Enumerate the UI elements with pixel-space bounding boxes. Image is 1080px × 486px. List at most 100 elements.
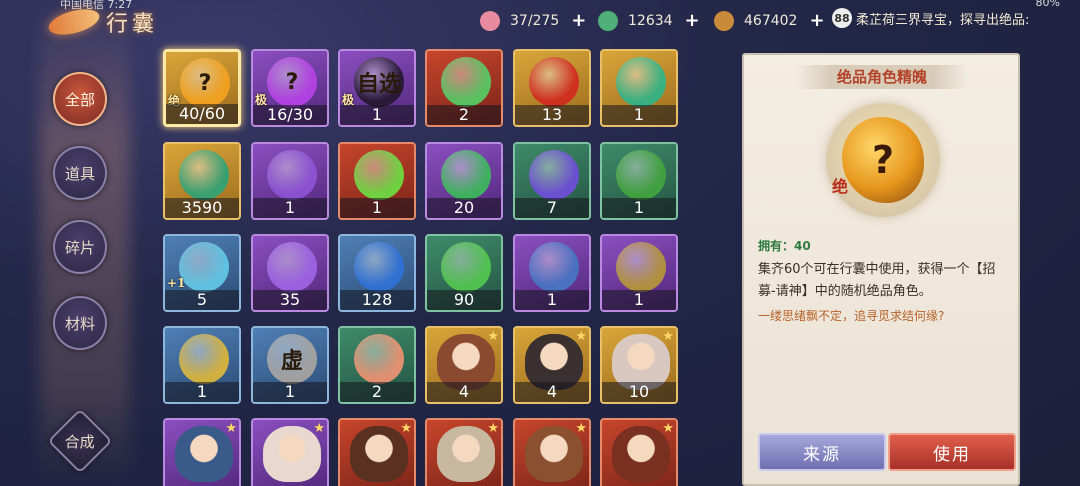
inventory-item[interactable]: 虚1: [251, 326, 329, 404]
inventory-item[interactable]: ★: [338, 418, 416, 486]
item-icon: [441, 57, 491, 107]
inventory-item[interactable]: ★: [163, 418, 241, 486]
item-count: 90: [427, 290, 501, 310]
item-title: 绝品角色精魄: [796, 65, 968, 89]
star-icon: ★: [487, 329, 499, 344]
inventory-item[interactable]: ★: [513, 418, 591, 486]
item-icon: [354, 242, 404, 292]
star-icon: ★: [225, 421, 237, 436]
inventory-item[interactable]: 7: [513, 142, 591, 220]
inventory-item[interactable]: ★ 10: [600, 326, 678, 404]
star-icon: ★: [662, 421, 674, 436]
resource-coin: 467402 +: [714, 10, 825, 31]
inventory-item[interactable]: 90: [425, 234, 503, 312]
item-count: 3590: [165, 198, 239, 218]
tab-fragments[interactable]: 碎片: [53, 220, 107, 274]
inventory-item[interactable]: 2: [425, 49, 503, 127]
inventory-item[interactable]: 自选极 1: [338, 49, 416, 127]
inventory-item[interactable]: 1: [163, 326, 241, 404]
item-icon: [354, 150, 404, 200]
item-count: 13: [515, 105, 589, 125]
inventory-item[interactable]: ? 绝 40/60: [163, 49, 241, 127]
item-count: 2: [427, 105, 501, 125]
inventory-item[interactable]: 1: [600, 234, 678, 312]
star-icon: ★: [662, 329, 674, 344]
inventory-item[interactable]: ★: [425, 418, 503, 486]
star-icon: ★: [575, 329, 587, 344]
item-count: 1: [602, 198, 676, 218]
item-tag: +1: [167, 276, 186, 290]
item-icon: ?: [267, 57, 317, 107]
item-count: 1: [602, 290, 676, 310]
star-icon: ★: [575, 421, 587, 436]
inventory-item[interactable]: ★: [600, 418, 678, 486]
inventory-item[interactable]: 20: [425, 142, 503, 220]
owned-count: 拥有：40: [758, 239, 811, 253]
item-count: 1: [340, 105, 414, 125]
inventory-item[interactable]: 1: [251, 142, 329, 220]
inventory-item[interactable]: 1: [513, 234, 591, 312]
star-icon: ★: [400, 421, 412, 436]
tab-props[interactable]: 道具: [53, 146, 107, 200]
item-flavor-text: 一缕思绪飘不定，追寻觅求结何缘?: [758, 309, 945, 323]
item-icon: [441, 150, 491, 200]
item-icon: [179, 334, 229, 384]
item-icon: [354, 334, 404, 384]
item-count: 20: [427, 198, 501, 218]
inventory-item[interactable]: 13: [513, 49, 591, 127]
item-count: 4: [427, 382, 501, 402]
inventory-item[interactable]: 1: [600, 142, 678, 220]
tab-materials[interactable]: 材料: [53, 296, 107, 350]
item-count: 40/60: [166, 104, 238, 124]
tab-all[interactable]: 全部: [53, 72, 107, 126]
add-coin-button[interactable]: +: [809, 10, 824, 31]
character-portrait-icon: [175, 426, 233, 482]
rarity-mark: 绝: [832, 177, 849, 196]
item-icon: 自选: [354, 57, 404, 107]
orb-glyph: ?: [871, 138, 895, 182]
inventory-item[interactable]: 1: [600, 49, 678, 127]
tab-label: 碎片: [64, 238, 95, 257]
character-portrait-icon: [350, 426, 408, 482]
inventory-item[interactable]: 128: [338, 234, 416, 312]
resource-jade: 12634 +: [598, 10, 700, 31]
item-icon: [529, 150, 579, 200]
use-button[interactable]: 使用: [888, 433, 1016, 471]
inventory-item[interactable]: ★ 4: [513, 326, 591, 404]
character-portrait-icon: [437, 426, 495, 482]
inventory-item[interactable]: 35: [251, 234, 329, 312]
inventory-item[interactable]: +1 5: [163, 234, 241, 312]
inventory-item[interactable]: 2: [338, 326, 416, 404]
resource-value: 12634: [628, 12, 673, 29]
tab-label: 合成: [64, 432, 96, 451]
inventory-item[interactable]: 1: [338, 142, 416, 220]
notice-ticker[interactable]: 88 柔芷荷三界寻宝，探寻出绝品:: [832, 8, 1029, 28]
inventory-item[interactable]: 3590: [163, 142, 241, 220]
title-swoosh-icon: [46, 4, 102, 40]
item-large-icon: ? 绝: [826, 103, 940, 217]
inventory-item[interactable]: ? 极 16/30: [251, 49, 329, 127]
jade-icon: [598, 10, 618, 31]
item-icon: [616, 150, 666, 200]
tab-label: 道具: [64, 164, 95, 183]
item-count: 2: [340, 382, 414, 402]
add-peach-button[interactable]: +: [571, 10, 586, 31]
source-button[interactable]: 来源: [758, 433, 886, 471]
coin-icon: [714, 10, 734, 31]
character-portrait-icon: [525, 426, 583, 482]
character-portrait-icon: [612, 426, 670, 482]
resource-value: 467402: [744, 12, 798, 29]
add-jade-button[interactable]: +: [685, 10, 700, 31]
item-count: 5: [165, 290, 239, 310]
resource-value: 37/275: [510, 12, 560, 29]
item-count: 1: [515, 290, 589, 310]
item-icon: [179, 242, 229, 292]
item-count: 1: [340, 198, 414, 218]
star-icon: ★: [313, 421, 325, 436]
item-count: 10: [602, 382, 676, 402]
item-count: 1: [165, 382, 239, 402]
inventory-item[interactable]: ★ 4: [425, 326, 503, 404]
inventory-item[interactable]: ★: [251, 418, 329, 486]
item-count: 1: [253, 382, 327, 402]
item-count: 7: [515, 198, 589, 218]
